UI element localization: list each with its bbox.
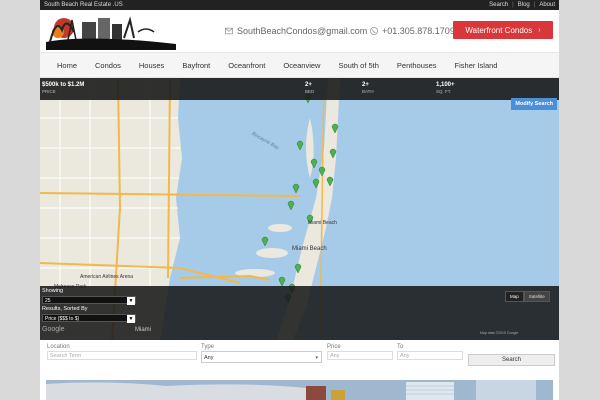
page: South Beach Real Estate .US Search | Blo… <box>40 0 559 400</box>
location-input[interactable]: Search Term <box>47 351 197 360</box>
price-min-input[interactable]: Any <box>327 351 393 360</box>
waterfront-condos-button[interactable]: Waterfront Condos › <box>453 21 553 39</box>
envelope-icon <box>225 27 233 35</box>
showing-label: Showing <box>42 288 64 294</box>
featured-photo <box>46 380 553 400</box>
nav-item-fisher-island[interactable]: Fisher Island <box>446 61 507 70</box>
google-logo: Google <box>42 326 65 333</box>
search-button[interactable]: Search <box>468 354 555 366</box>
filter-bed[interactable]: 2+ BED <box>305 82 314 94</box>
price-field: Price Any <box>327 344 393 360</box>
phone-icon <box>370 27 378 35</box>
waterfront-condos-label: Waterfront Condos <box>465 25 533 35</box>
separator: | <box>512 2 514 8</box>
filter-price[interactable]: $500k to $1.2M PRICE <box>42 82 84 94</box>
top-bar: South Beach Real Estate .US Search | Blo… <box>40 0 559 10</box>
dropdown-arrow-icon: ▼ <box>127 315 135 323</box>
chevron-right-icon: › <box>538 26 541 34</box>
type-field: Type Any ▾ <box>201 344 322 363</box>
nav-item-oceanview[interactable]: Oceanview <box>274 61 329 70</box>
phone-text: +01.305.878.1709 <box>382 26 455 36</box>
price-max-input[interactable]: Any <box>397 351 463 360</box>
main-nav: Home Condos Houses Bayfront Oceanfront O… <box>40 52 559 78</box>
map-label-miami: Miami <box>135 327 151 333</box>
nav-item-south-of-5th[interactable]: South of 5th <box>329 61 387 70</box>
results-panel: Showing 25 ▼ Results, Sorted By Price ($… <box>40 286 559 342</box>
nav-item-bayfront[interactable]: Bayfront <box>173 61 219 70</box>
map-label-miami-beach-north: Miami Beach <box>308 220 337 226</box>
price-to-field: To Any <box>397 344 463 360</box>
site-logo[interactable] <box>46 12 176 50</box>
search-filter-bar: $500k to $1.2M PRICE 2+ BED 2+ BATH 1,10… <box>40 78 559 100</box>
top-link-blog[interactable]: Blog <box>518 2 530 8</box>
nav-item-houses[interactable]: Houses <box>130 61 173 70</box>
filter-sqft[interactable]: 1,100+ SQ. FT. <box>436 82 455 94</box>
top-link-search[interactable]: Search <box>489 2 508 8</box>
nav-item-condos[interactable]: Condos <box>86 61 130 70</box>
map-type-satellite[interactable]: Satellite <box>523 291 550 302</box>
map-label-arena: American Airlines Arena <box>80 274 134 280</box>
nav-item-penthouses[interactable]: Penthouses <box>388 61 446 70</box>
modify-search-button[interactable]: Modify Search <box>511 98 557 110</box>
map-label-miami-beach-south: Miami Beach <box>292 246 327 252</box>
top-links: Search | Blog | About <box>489 2 555 8</box>
top-link-about[interactable]: About <box>539 2 555 8</box>
site-name: South Beach Real Estate .US <box>44 2 123 8</box>
header: SouthBeachCondos@gmail.com +01.305.878.1… <box>40 10 559 52</box>
chevron-down-icon: ▾ <box>315 355 318 361</box>
separator: | <box>533 2 536 8</box>
map-attribution: Map data ©2015 Google <box>480 331 519 335</box>
nav-item-oceanfront[interactable]: Oceanfront <box>219 61 274 70</box>
map[interactable]: Miami Beach Miami Beach Biscayne Bay Ame… <box>40 78 559 342</box>
map-type-map[interactable]: Map <box>505 291 524 302</box>
dropdown-arrow-icon: ▼ <box>127 297 135 305</box>
nav-item-home[interactable]: Home <box>48 61 86 70</box>
email-text: SouthBeachCondos@gmail.com <box>237 26 368 36</box>
sorted-label: Results, Sorted By <box>42 306 88 312</box>
contact-phone[interactable]: +01.305.878.1709 <box>370 26 455 36</box>
property-search-form: Location Search Term Type Any ▾ Price An… <box>40 340 559 375</box>
map-type-toggle: Map Satellite <box>505 291 550 302</box>
location-field: Location Search Term <box>47 344 197 360</box>
sort-select[interactable]: Price ($$$ to $) ▼ <box>42 314 136 323</box>
contact-email[interactable]: SouthBeachCondos@gmail.com <box>225 26 367 36</box>
filter-bath[interactable]: 2+ BATH <box>362 82 374 94</box>
type-select[interactable]: Any ▾ <box>201 351 322 363</box>
showing-select[interactable]: 25 ▼ <box>42 296 136 305</box>
